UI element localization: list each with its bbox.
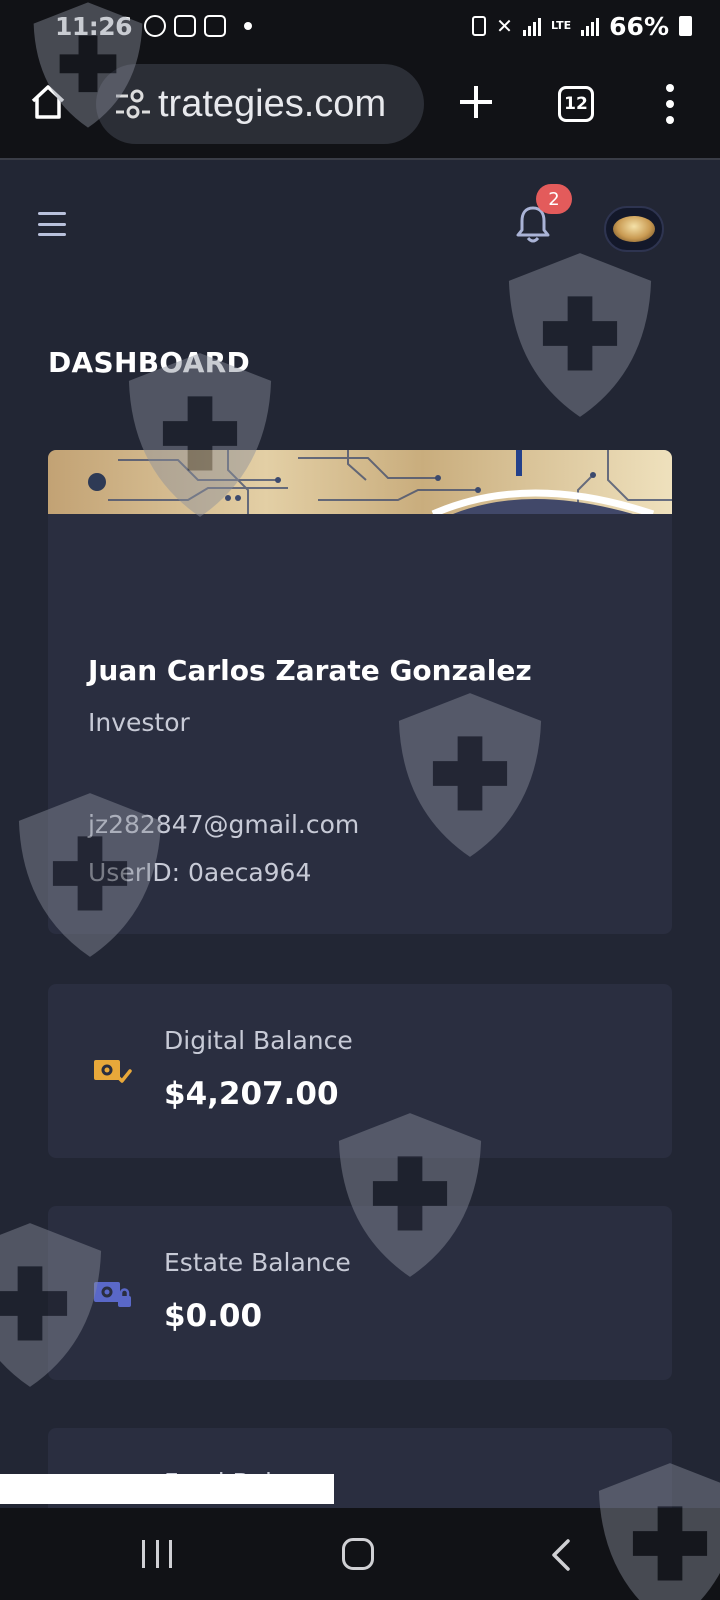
avatar-image (613, 216, 655, 242)
more-notifications-dot-icon (244, 22, 253, 30)
lte-label: LTE (550, 19, 572, 32)
profile-banner-image (48, 450, 672, 514)
status-time: 11:26 (55, 11, 133, 41)
estate-balance-value: $0.00 (164, 1298, 263, 1334)
digital-balance-card[interactable]: Digital Balance $4,207.00 (48, 984, 672, 1158)
mute-icon: ✕ (496, 14, 513, 38)
estate-balance-card[interactable]: Estate Balance $0.00 (48, 1206, 672, 1380)
browser-menu-icon[interactable] (664, 84, 676, 124)
status-bar: 11:26 ✕ LTE 66% (0, 0, 720, 52)
gallery-icon (174, 15, 197, 37)
page-title: DASHBOARD (48, 346, 251, 379)
sim-icon (472, 16, 487, 36)
whatsapp-icon (144, 15, 167, 37)
avatar[interactable] (604, 206, 664, 252)
notification-count-badge[interactable]: 2 (536, 184, 572, 214)
profile-email: jz282847@gmail.com (88, 810, 360, 839)
task-check-icon (204, 15, 227, 37)
address-bar[interactable]: trategies.com (96, 64, 424, 144)
battery-icon (679, 16, 692, 36)
money-check-icon (94, 1060, 132, 1083)
home-nav-icon[interactable] (342, 1538, 374, 1570)
digital-balance-label: Digital Balance (164, 1026, 353, 1055)
url-text[interactable]: trategies.com (158, 83, 386, 126)
new-tab-icon[interactable] (456, 82, 496, 122)
wifi-signal-icon (522, 16, 541, 36)
redaction-bar (0, 1474, 334, 1504)
estate-balance-label: Estate Balance (164, 1248, 351, 1277)
tab-switcher-button[interactable]: 12 (558, 86, 594, 122)
recent-apps-icon[interactable] (142, 1540, 172, 1568)
profile-card: Juan Carlos Zarate Gonzalez Investor jz2… (48, 450, 672, 934)
profile-role: Investor (88, 708, 190, 737)
home-icon[interactable] (28, 82, 68, 122)
cell-signal-icon (581, 16, 600, 36)
system-navigation-bar (0, 1508, 720, 1600)
profile-name: Juan Carlos Zarate Gonzalez (88, 654, 532, 687)
site-settings-icon[interactable] (112, 84, 152, 124)
profile-user-id: UserID: 0aeca964 (88, 858, 312, 887)
battery-percent: 66% (609, 11, 669, 41)
browser-toolbar: trategies.com 12 (0, 52, 720, 160)
money-lock-icon (94, 1282, 131, 1307)
digital-balance-value: $4,207.00 (164, 1076, 339, 1112)
back-icon[interactable] (548, 1538, 574, 1572)
hamburger-menu-icon[interactable] (38, 212, 66, 236)
